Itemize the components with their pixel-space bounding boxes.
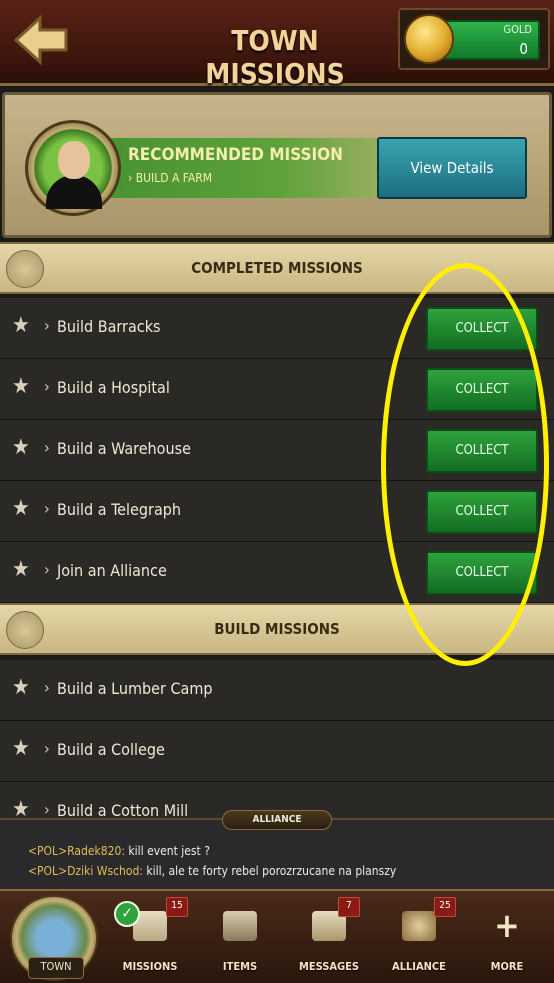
portrait-suit — [46, 175, 102, 209]
recommended-title: RECOMMENDED MISSION — [128, 145, 343, 165]
portrait-face — [58, 141, 90, 179]
chat-text: kill event jest ? — [128, 844, 210, 858]
chevron-right-icon: › — [44, 316, 50, 335]
alliance-badge: 25 — [434, 897, 456, 917]
view-details-button[interactable]: View Details — [377, 137, 527, 199]
missions-badge: 15 — [166, 897, 188, 917]
chevron-right-icon: › — [44, 438, 50, 457]
page-title: TOWN MISSIONS — [205, 24, 345, 90]
star-icon: ★ — [12, 675, 30, 700]
mission-label: Build a Hospital — [57, 378, 170, 397]
nav-label: MORE — [490, 960, 524, 973]
mission-label: Build a College — [57, 740, 165, 759]
star-icon: ★ — [12, 435, 30, 460]
mission-label: Build a Warehouse — [57, 439, 191, 458]
chevron-right-icon: › — [44, 560, 50, 579]
nav-messages[interactable]: 7 MESSAGES — [284, 895, 374, 981]
gold-counter[interactable]: GOLD 0 — [398, 8, 550, 70]
chevron-right-icon: › — [44, 678, 50, 697]
alliance-crest-icon — [402, 911, 436, 941]
chat-text: kill, ale te forty rebel porozrzucane na… — [146, 864, 397, 878]
items-crate-icon — [223, 911, 257, 941]
chevron-right-icon: › — [44, 377, 50, 396]
nav-alliance[interactable]: 25 ALLIANCE — [374, 895, 464, 981]
star-icon: ★ — [12, 374, 30, 399]
star-icon: ★ — [12, 496, 30, 521]
chat-sender: <POL>Radek820: — [28, 844, 125, 858]
plus-icon: + — [494, 906, 520, 946]
highlight-ellipse — [381, 263, 549, 666]
bottom-nav: TOWN 15 MISSIONS ✓ ITEMS 7 MESSAGES 25 A… — [0, 889, 554, 983]
nav-label: MISSIONS — [122, 960, 178, 973]
messages-badge: 7 — [338, 897, 360, 917]
mission-label: Build a Lumber Camp — [57, 679, 213, 698]
chevron-right-icon: › — [44, 739, 50, 758]
chevron-right-icon: › — [44, 499, 50, 518]
mission-row[interactable]: ★ › Build a College — [0, 721, 554, 782]
gold-coin-icon — [404, 14, 454, 64]
back-arrow-icon[interactable] — [12, 14, 70, 66]
chat-message: <POL>Dziki Wschod: kill, ale te forty re… — [28, 864, 396, 878]
alliance-chat-tab[interactable]: ALLIANCE — [222, 810, 332, 830]
nav-items[interactable]: ITEMS — [196, 895, 284, 981]
mission-row[interactable]: ★ › Build a Lumber Camp — [0, 660, 554, 721]
advisor-portrait — [25, 120, 121, 216]
nav-label: ALLIANCE — [392, 960, 446, 973]
mission-label: Build a Telegraph — [57, 500, 182, 519]
gold-bar: GOLD 0 — [444, 20, 540, 60]
chat-message: <POL>Radek820: kill event jest ? — [28, 844, 210, 858]
gold-value: 0 — [519, 40, 528, 58]
chevron-right-icon: › — [44, 800, 50, 819]
alliance-chat-panel[interactable]: ALLIANCE <POL>Radek820: kill event jest … — [0, 810, 554, 890]
chat-sender: <POL>Dziki Wschod: — [28, 864, 143, 878]
star-icon: ★ — [12, 313, 30, 338]
header-bar: TOWN MISSIONS GOLD 0 — [0, 0, 554, 90]
star-icon: ★ — [12, 557, 30, 582]
recommended-subtitle: › BUILD A FARM — [128, 171, 213, 185]
town-label: TOWN — [28, 957, 84, 979]
mission-label: Join an Alliance — [57, 561, 167, 580]
nav-more[interactable]: + MORE — [464, 895, 550, 981]
checkmark-icon: ✓ — [114, 901, 140, 927]
mission-label: Build Barracks — [57, 317, 161, 336]
nav-label: MESSAGES — [298, 960, 360, 973]
gold-label: GOLD — [503, 23, 532, 36]
star-icon: ★ — [12, 736, 30, 761]
nav-label: ITEMS — [222, 960, 258, 973]
recommended-mission-panel: RECOMMENDED MISSION › BUILD A FARM View … — [2, 92, 552, 238]
